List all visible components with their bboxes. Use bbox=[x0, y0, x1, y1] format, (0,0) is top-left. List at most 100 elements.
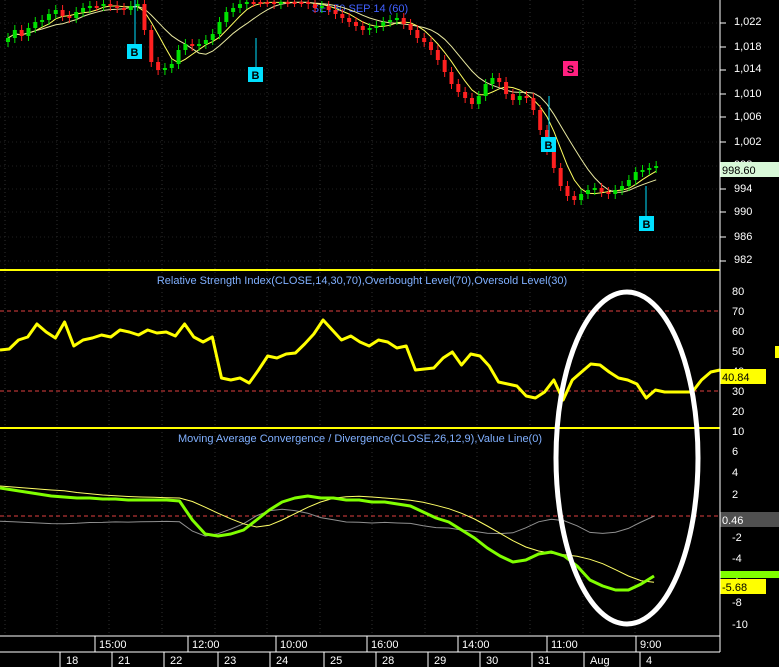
candlestick[interactable] bbox=[585, 190, 590, 194]
candlestick[interactable] bbox=[572, 196, 577, 200]
candlestick[interactable] bbox=[326, 6, 331, 10]
candlestick[interactable] bbox=[224, 12, 229, 22]
candlestick[interactable] bbox=[74, 12, 79, 18]
candlestick[interactable] bbox=[121, 8, 126, 10]
candlestick[interactable] bbox=[319, 6, 324, 8]
candlestick[interactable] bbox=[292, 2, 297, 4]
candlestick[interactable] bbox=[647, 168, 652, 170]
candlestick[interactable] bbox=[558, 168, 563, 186]
price-panel[interactable]: SET50 SEP 14 (60) 1,022 1,018 1,014 1,01… bbox=[0, 0, 779, 636]
candlestick[interactable] bbox=[46, 14, 51, 20]
candlestick[interactable] bbox=[435, 50, 440, 60]
candlestick[interactable] bbox=[333, 10, 338, 14]
candlestick[interactable] bbox=[176, 50, 181, 64]
candlestick[interactable] bbox=[401, 18, 406, 24]
buy-signal[interactable]: B bbox=[541, 137, 556, 152]
candlestick[interactable] bbox=[142, 4, 147, 30]
candlestick[interactable] bbox=[285, 2, 290, 4]
candlestick[interactable] bbox=[251, 2, 256, 4]
candlestick[interactable] bbox=[579, 194, 584, 200]
candlestick[interactable] bbox=[456, 84, 461, 92]
candlestick[interactable] bbox=[442, 60, 447, 72]
candlestick[interactable] bbox=[26, 28, 31, 36]
candlestick[interactable] bbox=[538, 110, 543, 130]
candlestick[interactable] bbox=[510, 94, 515, 100]
candlestick[interactable] bbox=[592, 188, 597, 190]
candlestick[interactable] bbox=[490, 78, 495, 84]
candlestick[interactable] bbox=[415, 30, 420, 38]
candlestick[interactable] bbox=[244, 2, 249, 4]
candlestick[interactable] bbox=[156, 62, 161, 70]
candlestick[interactable] bbox=[87, 6, 92, 8]
candlestick[interactable] bbox=[197, 44, 202, 46]
candlestick[interactable] bbox=[565, 186, 570, 196]
candlestick[interactable] bbox=[278, 2, 283, 4]
candlestick[interactable] bbox=[626, 180, 631, 186]
candlestick[interactable] bbox=[12, 30, 17, 38]
candlestick[interactable] bbox=[599, 188, 604, 192]
candlestick[interactable] bbox=[169, 64, 174, 68]
candlestick[interactable] bbox=[353, 22, 358, 26]
candlestick[interactable] bbox=[231, 8, 236, 12]
candlestick[interactable] bbox=[135, 4, 140, 6]
candlestick[interactable] bbox=[347, 18, 352, 22]
candlestick[interactable] bbox=[313, 4, 318, 8]
sell-signal[interactable]: S bbox=[563, 61, 578, 76]
candlestick[interactable] bbox=[551, 150, 556, 168]
rsi-panel[interactable]: Relative Strength Index(CLOSE,14,30,70),… bbox=[0, 275, 779, 438]
candlestick[interactable] bbox=[210, 34, 215, 40]
candlestick[interactable] bbox=[476, 96, 481, 104]
candlestick[interactable] bbox=[53, 10, 58, 14]
candlestick[interactable] bbox=[265, 2, 270, 4]
candlestick[interactable] bbox=[524, 96, 529, 98]
candlestick[interactable] bbox=[517, 96, 522, 100]
candlestick[interactable] bbox=[394, 18, 399, 20]
macd-line[interactable] bbox=[0, 486, 655, 592]
candlestick[interactable] bbox=[620, 186, 625, 190]
rsi-line[interactable] bbox=[0, 318, 721, 402]
candlestick[interactable] bbox=[190, 44, 195, 46]
candlestick[interactable] bbox=[258, 2, 263, 4]
candlestick[interactable] bbox=[469, 98, 474, 104]
candlestick[interactable] bbox=[381, 22, 386, 26]
candlestick[interactable] bbox=[67, 16, 72, 18]
candlestick[interactable] bbox=[463, 92, 468, 98]
candlestick[interactable] bbox=[388, 20, 393, 22]
candlestick[interactable] bbox=[640, 170, 645, 172]
candlestick[interactable] bbox=[40, 20, 45, 22]
candlestick[interactable] bbox=[340, 14, 345, 18]
macd-histogram-line[interactable] bbox=[0, 508, 655, 537]
candlestick[interactable] bbox=[6, 38, 10, 42]
candlestick[interactable] bbox=[19, 30, 24, 36]
chart-canvas[interactable]: SET50 SEP 14 (60) 1,022 1,018 1,014 1,01… bbox=[0, 0, 779, 667]
candlestick[interactable] bbox=[497, 78, 502, 82]
candlestick[interactable] bbox=[633, 172, 638, 180]
candlestick[interactable] bbox=[299, 2, 304, 4]
candlestick[interactable] bbox=[94, 6, 99, 8]
candlestick[interactable] bbox=[272, 2, 277, 4]
candlestick[interactable] bbox=[613, 190, 618, 194]
candlestick[interactable] bbox=[367, 28, 372, 30]
candlestick[interactable] bbox=[654, 166, 659, 168]
candlestick[interactable] bbox=[60, 10, 65, 16]
candlestick[interactable] bbox=[33, 22, 38, 28]
candlestick[interactable] bbox=[429, 42, 434, 50]
candlestick[interactable] bbox=[483, 84, 488, 96]
buy-signal[interactable]: B bbox=[639, 216, 654, 231]
candlestick[interactable] bbox=[81, 8, 86, 12]
candlestick[interactable] bbox=[360, 26, 365, 30]
candlestick[interactable] bbox=[374, 26, 379, 28]
time-axis[interactable]: 15:00 12:00 10:00 16:00 14:00 11:00 9:00… bbox=[0, 635, 720, 667]
candlestick[interactable] bbox=[504, 82, 509, 94]
candlestick[interactable] bbox=[606, 192, 611, 194]
buy-signal[interactable]: B bbox=[248, 67, 263, 82]
candlestick[interactable] bbox=[449, 72, 454, 84]
candlestick[interactable] bbox=[422, 38, 427, 42]
candlestick[interactable] bbox=[115, 6, 120, 8]
candlestick[interactable] bbox=[306, 2, 311, 4]
candlestick[interactable] bbox=[149, 30, 154, 62]
candlestick[interactable] bbox=[408, 24, 413, 30]
candlestick[interactable] bbox=[203, 40, 208, 44]
candlestick[interactable] bbox=[183, 44, 188, 50]
candlestick[interactable] bbox=[101, 4, 106, 6]
